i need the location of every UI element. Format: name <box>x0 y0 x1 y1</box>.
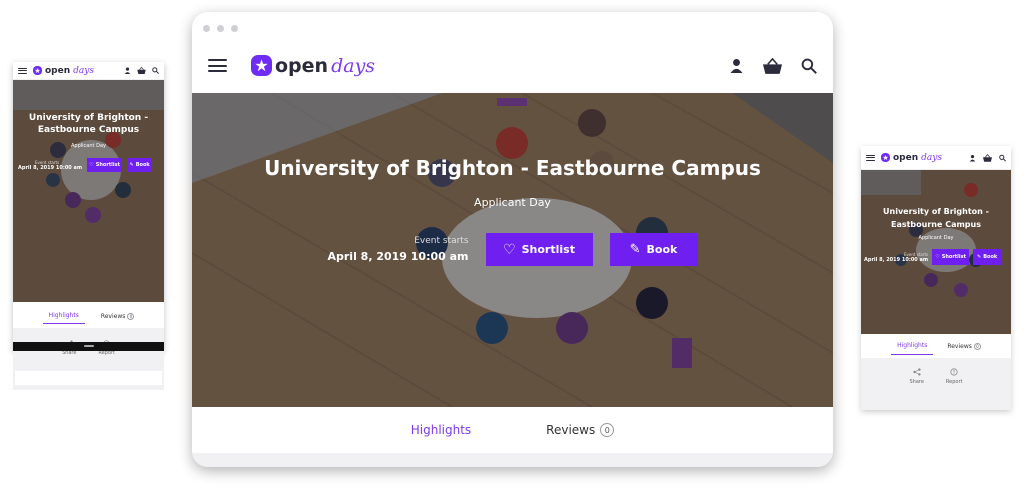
logo[interactable]: ★ open days <box>33 66 94 76</box>
share-action[interactable]: Share <box>909 368 924 385</box>
book-button[interactable]: ✎ Book <box>609 233 698 266</box>
phone-header: ★ open days <box>13 62 164 80</box>
heart-icon: ♡ <box>89 162 94 168</box>
logo[interactable]: ★ open days <box>881 153 942 163</box>
tablet-header: ★ open days <box>861 146 1011 170</box>
star-logo-icon: ★ <box>33 66 42 75</box>
search-icon[interactable] <box>801 58 817 74</box>
search-icon[interactable] <box>152 67 159 74</box>
event-subtitle: Applicant Day <box>71 143 106 149</box>
event-subtitle: Applicant Day <box>474 196 551 209</box>
event-title-line2: Eastbourne Campus <box>37 125 140 135</box>
book-button[interactable]: ✎ Book <box>973 249 1002 265</box>
ticket-icon: ✎ <box>129 162 134 168</box>
event-subtitle: Applicant Day <box>918 235 954 241</box>
menu-icon[interactable] <box>208 56 227 76</box>
user-icon[interactable] <box>729 58 744 73</box>
event-starts-value: April 8, 2019 10:00 am <box>18 164 83 171</box>
shortlist-button[interactable]: ♡ Shortlist <box>87 158 123 172</box>
reviews-count-badge: 0 <box>127 312 135 320</box>
tab-highlights[interactable]: Highlights <box>411 423 471 437</box>
tablet-device: ★ open days University of Brighton - Eas… <box>861 146 1011 410</box>
user-icon[interactable] <box>124 67 131 74</box>
event-title-line1: University of Brighton - <box>883 207 989 216</box>
hero-banner: University of Brighton - Eastbourne Camp… <box>13 80 164 302</box>
event-title: University of Brighton - Eastbourne Camp… <box>264 156 761 180</box>
report-icon <box>950 368 958 376</box>
logo-days-text: days <box>331 54 376 77</box>
ticket-icon: ✎ <box>629 242 641 257</box>
ticket-icon: ✎ <box>977 254 982 260</box>
desktop-browser: ★ open days University of Brighton - Eas… <box>192 12 833 467</box>
book-button[interactable]: ✎ Book <box>127 158 153 172</box>
share-icon <box>913 368 921 376</box>
user-icon[interactable] <box>969 154 976 162</box>
logo-open-text: open <box>275 54 329 77</box>
tab-highlights[interactable]: Highlights <box>42 308 85 324</box>
search-icon[interactable] <box>999 154 1006 162</box>
action-panel: Share Report <box>861 358 1011 410</box>
hero-banner: University of Brighton - Eastbourne Camp… <box>861 170 1011 334</box>
logo-days-text: days <box>921 152 942 163</box>
shortlist-button[interactable]: ♡ Shortlist <box>932 249 970 265</box>
heart-icon: ♡ <box>503 241 516 258</box>
phone-navigation-bar <box>13 342 164 351</box>
shortlist-button[interactable]: ♡ Shortlist <box>485 233 593 266</box>
tab-highlights[interactable]: Highlights <box>891 337 934 355</box>
tab-bar: Highlights Reviews 0 <box>861 334 1011 358</box>
heart-icon: ♡ <box>935 254 940 260</box>
logo-open-text: open <box>893 152 919 163</box>
tab-reviews[interactable]: Reviews 0 <box>947 342 981 350</box>
basket-icon[interactable] <box>983 153 992 162</box>
tab-bar: Highlights Reviews 0 <box>192 407 833 453</box>
reviews-count-badge: 0 <box>600 423 615 437</box>
logo-days-text: days <box>73 65 94 76</box>
hero-banner: University of Brighton - Eastbourne Camp… <box>192 93 833 407</box>
star-logo-icon: ★ <box>251 55 272 76</box>
window-controls <box>203 25 238 32</box>
menu-icon[interactable] <box>866 153 875 162</box>
event-starts-value: April 8, 2019 10:00 am <box>327 250 469 263</box>
tab-bar: Highlights Reviews 0 <box>13 304 164 328</box>
device-mockups: ★ open days University of Brighton - Eas… <box>0 0 1024 494</box>
menu-icon[interactable] <box>18 66 27 75</box>
basket-icon[interactable] <box>763 57 782 74</box>
reviews-count-badge: 0 <box>973 342 981 350</box>
tab-reviews[interactable]: Reviews 0 <box>101 312 135 320</box>
event-starts-value: April 8, 2019 10:00 am <box>864 256 929 263</box>
logo-open-text: open <box>45 65 71 76</box>
basket-icon[interactable] <box>137 67 146 74</box>
site-header: ★ open days <box>192 38 833 93</box>
action-panel: Share Report <box>13 328 164 390</box>
report-action[interactable]: Report <box>946 368 963 385</box>
event-starts-label: Event starts <box>414 236 469 246</box>
logo[interactable]: ★ open days <box>251 55 375 77</box>
event-title-line1: University of Brighton - <box>28 113 149 123</box>
event-title-line2: Eastbourne Campus <box>890 220 981 229</box>
star-logo-icon: ★ <box>881 153 890 162</box>
phone-device: ★ open days University of Brighton - Eas… <box>13 62 164 390</box>
tab-reviews[interactable]: Reviews 0 <box>546 423 615 437</box>
